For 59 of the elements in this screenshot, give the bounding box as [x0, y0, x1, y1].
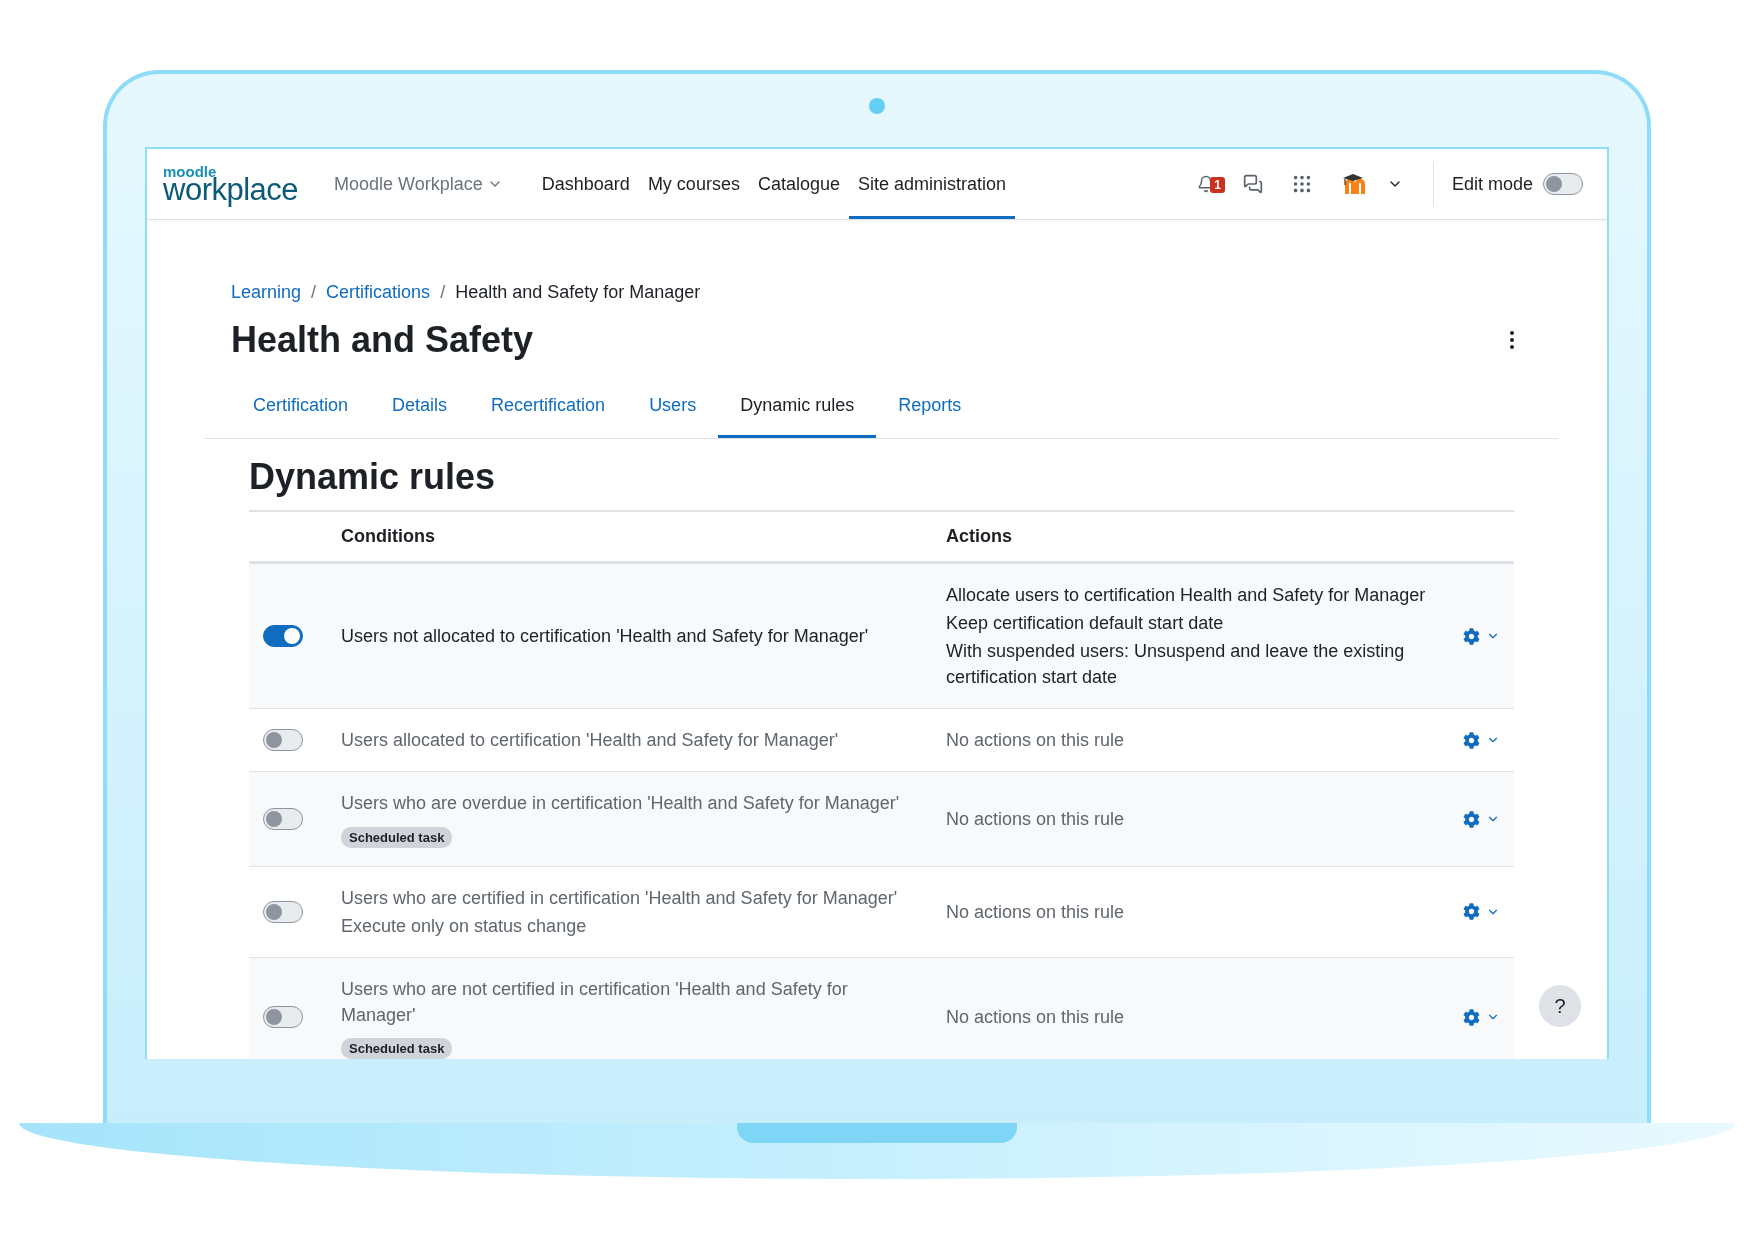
page-title: Health and Safety	[231, 319, 534, 361]
toggle-knob	[266, 811, 282, 827]
notification-count: 1	[1210, 177, 1225, 193]
camera-dot	[869, 98, 885, 114]
chat-bubbles-icon	[1242, 174, 1263, 194]
current-page-label: Health and Safety for Manager	[455, 282, 701, 303]
action-text: No actions on this rule	[946, 1006, 1126, 1030]
condition-text: Users allocated to certification 'Health and Safety for Manager'	[341, 729, 840, 753]
action-text: Keep certification default start date	[946, 612, 1225, 636]
toggle-switch[interactable]	[263, 1006, 303, 1029]
edit-mode-label: Edit mode	[1451, 173, 1533, 195]
toggle-switch[interactable]	[263, 900, 303, 923]
scheduled-badge: Scheduled task	[341, 1037, 453, 1059]
breadcrumb-separator: /	[311, 282, 317, 303]
tab[interactable]: Recertification	[469, 377, 628, 438]
nav-link[interactable]: Site administration	[849, 149, 1016, 219]
breadcrumb-link[interactable]: Learning	[231, 282, 302, 303]
condition-text: Users who are certified in certification 'Health and Safety for Manager'	[341, 886, 899, 910]
tab[interactable]: Reports	[876, 377, 984, 438]
action-text: No actions on this rule	[946, 729, 1126, 753]
toggle-switch[interactable]	[263, 625, 303, 648]
nav-link[interactable]: Dashboard	[532, 149, 639, 219]
help-button[interactable]: ?	[1539, 985, 1581, 1027]
tab[interactable]: Users	[627, 377, 719, 438]
condition-text: Users who are not certified in certification 'Health and Safety for Manager'	[341, 977, 849, 1027]
gear-icon	[1462, 903, 1480, 921]
tab[interactable]: Dynamic rules	[718, 377, 877, 438]
condition-text: Execute only on status change	[341, 914, 588, 938]
tab[interactable]: Certification	[231, 377, 371, 438]
column-header: Actions	[946, 526, 1013, 547]
toggle-knob	[266, 903, 282, 920]
condition-text: Users who are overdue in certification 'Health and Safety for Manager'	[341, 792, 901, 816]
toggle-knob	[266, 732, 282, 749]
action-text: With suspended users: Unsuspend and leave the existing certification start date	[946, 640, 1406, 690]
action-text: No actions on this rule	[946, 900, 1126, 924]
toggle-switch[interactable]	[263, 729, 303, 752]
toggle-knob	[284, 628, 300, 645]
gear-icon	[1462, 627, 1480, 645]
breadcrumb-link[interactable]: Certifications	[326, 282, 431, 303]
column-header: Conditions	[341, 526, 436, 547]
breadcrumb-separator: /	[440, 282, 446, 303]
nav-link[interactable]: Catalogue	[748, 149, 849, 219]
site-menu[interactable]: Moodle Workplace	[328, 149, 509, 219]
edit-mode-toggle[interactable]	[1543, 173, 1583, 195]
section-title: Dynamic rules	[249, 456, 497, 498]
condition-text: Users not allocated to certification 'Health and Safety for Manager'	[341, 625, 870, 649]
gear-icon	[1462, 810, 1480, 828]
nav-link[interactable]: My courses	[638, 149, 749, 219]
action-text: Allocate users to certification Health and Safety for Manager	[946, 584, 1427, 607]
scheduled-badge: Scheduled task	[341, 826, 453, 848]
tab[interactable]: Details	[370, 377, 470, 438]
toggle-knob	[1546, 176, 1562, 192]
logo[interactable]: moodle workplace	[163, 149, 299, 219]
kebab-menu-icon	[1510, 331, 1514, 349]
toggle-switch[interactable]	[263, 808, 303, 830]
toggle-knob	[266, 1009, 282, 1026]
action-text: No actions on this rule	[946, 807, 1126, 831]
gear-icon	[1462, 1008, 1480, 1026]
gear-icon	[1462, 731, 1480, 749]
